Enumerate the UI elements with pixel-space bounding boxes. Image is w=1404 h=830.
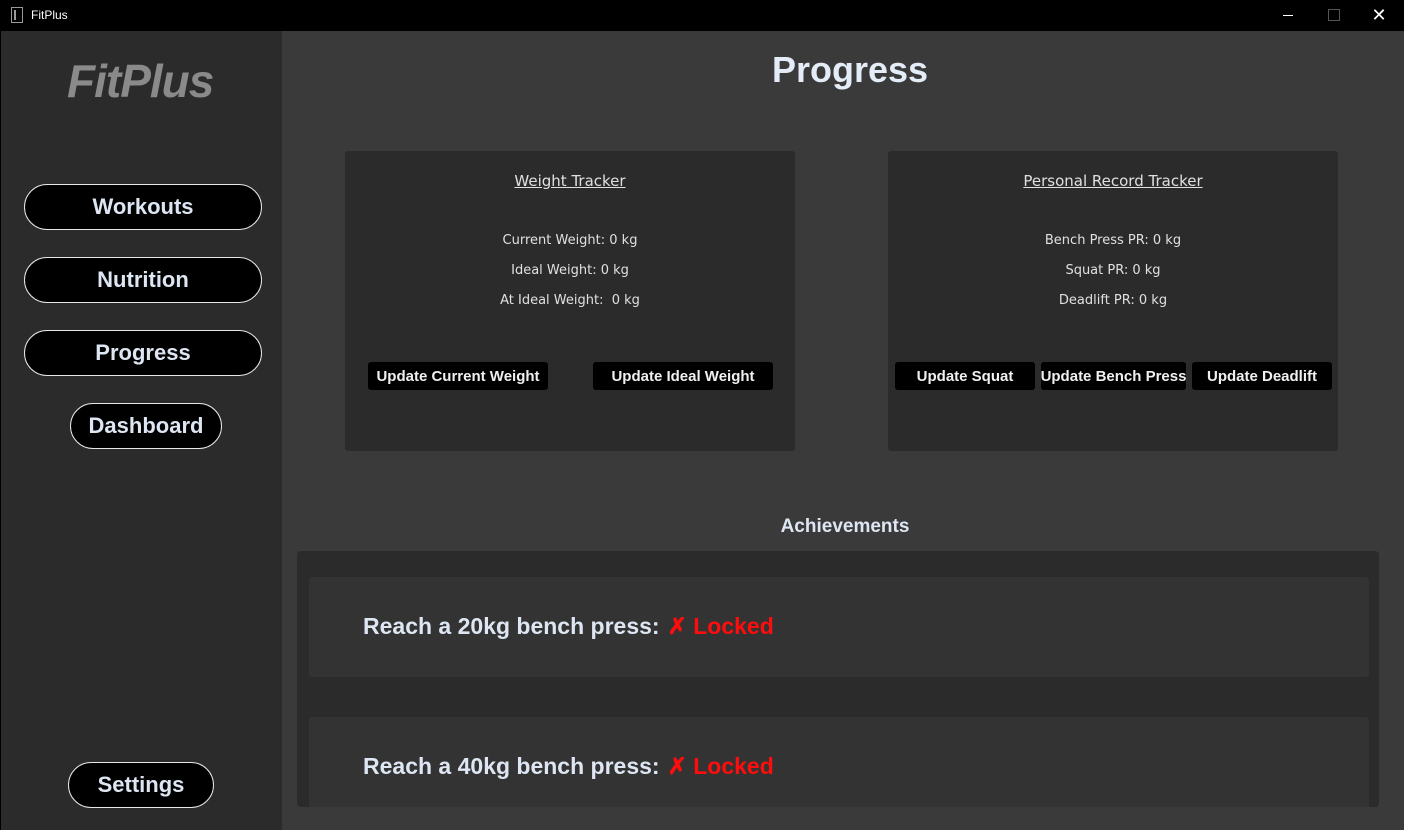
achievements-panel[interactable]: Reach a 20kg bench press: ✗ Locked Reach … [297,551,1379,807]
update-deadlift-button[interactable]: Update Deadlift [1192,362,1332,390]
achievements-title: Achievements [780,516,910,537]
window-title: FitPlus [31,8,68,22]
achievement-item: Reach a 20kg bench press: ✗ Locked [309,577,1369,677]
squat-pr-text: Squat PR: 0 kg [1065,263,1161,278]
app-icon [11,7,23,23]
update-ideal-weight-button[interactable]: Update Ideal Weight [593,362,773,390]
maximize-icon[interactable] [1311,0,1357,31]
workouts-button[interactable]: Workouts [24,184,262,230]
app-logo: FitPlus [67,55,214,107]
dashboard-button[interactable]: Dashboard [70,403,222,449]
bench-pr-text: Bench Press PR: 0 kg [1044,233,1182,248]
locked-status: ✗ Locked [667,753,774,779]
achievement-label: Reach a 20kg bench press: [363,613,660,639]
pr-tracker-title: Personal Record Tracker [1023,172,1203,190]
page-title: Progress [771,49,929,90]
at-ideal-weight-text: At Ideal Weight: 0 kg [500,293,640,308]
nutrition-button[interactable]: Nutrition [24,257,262,303]
achievement-item: Reach a 40kg bench press: ✗ Locked [309,717,1369,807]
ideal-weight-text: Ideal Weight: 0 kg [511,263,629,278]
weight-tracker-card: Weight Tracker Current Weight: 0 kg Idea… [345,151,795,451]
minimize-icon[interactable] [1265,0,1311,31]
app-window: FitPlus Workouts Nutrition Progress Dash… [1,31,1404,830]
update-current-weight-button[interactable]: Update Current Weight [368,362,548,390]
achievement-row: Reach a 20kg bench press: ✗ Locked [363,613,774,640]
current-weight-text: Current Weight: 0 kg [502,233,638,248]
locked-status: ✗ Locked [667,613,774,639]
pr-tracker-card: Personal Record Tracker Bench Press PR: … [888,151,1338,451]
close-icon[interactable]: ✕ [1356,0,1402,31]
update-squat-button[interactable]: Update Squat [895,362,1035,390]
window-titlebar: FitPlus ✕ [0,0,1404,31]
settings-button[interactable]: Settings [68,762,214,808]
deadlift-pr-text: Deadlift PR: 0 kg [1058,293,1168,308]
achievement-row: Reach a 40kg bench press: ✗ Locked [363,753,774,780]
progress-button[interactable]: Progress [24,330,262,376]
sidebar: FitPlus Workouts Nutrition Progress Dash… [1,31,282,830]
weight-tracker-title: Weight Tracker [514,172,626,190]
update-bench-press-button[interactable]: Update Bench Press [1041,362,1186,390]
achievement-label: Reach a 40kg bench press: [363,753,660,779]
